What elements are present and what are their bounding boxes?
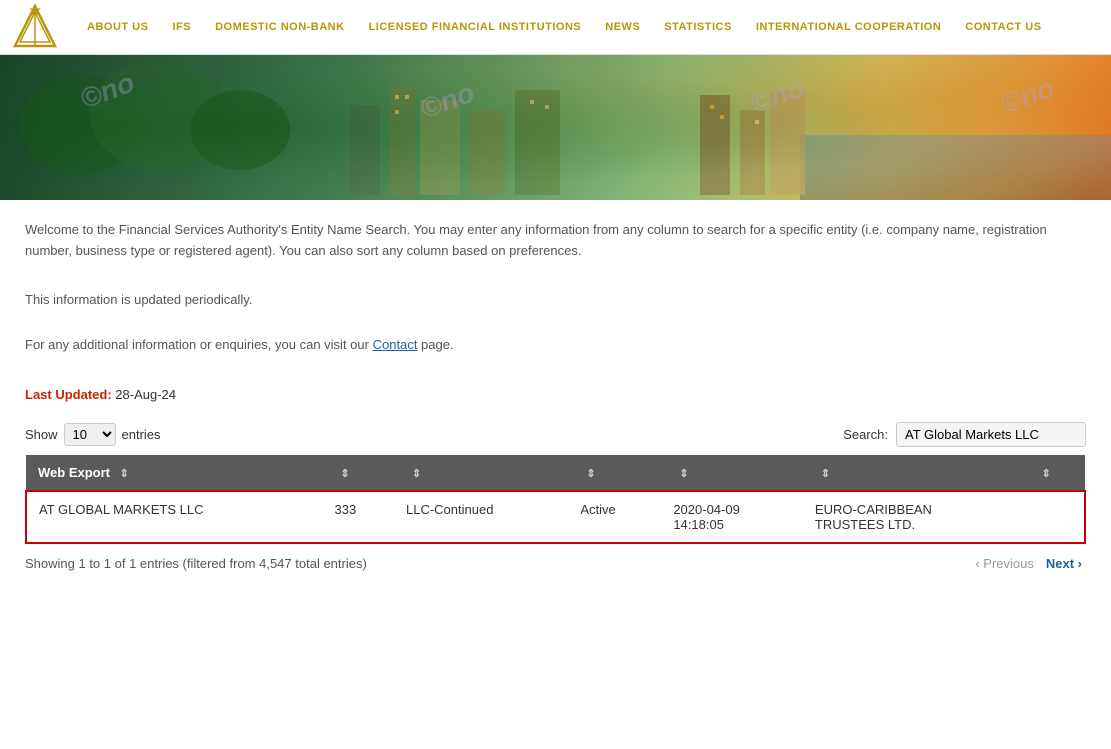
logo[interactable] <box>10 2 60 52</box>
table-cell-1: AT GLOBAL MARKETS LLC <box>26 491 322 543</box>
sort-arrows-2: ⇕ <box>340 467 349 480</box>
col-4[interactable]: ⇕ <box>568 455 661 491</box>
enquiry-text-suffix: page. <box>421 337 454 352</box>
last-updated-date: 28-Aug-24 <box>115 387 176 402</box>
pagination: ‹ Previous Next › <box>971 554 1086 573</box>
main-content: Welcome to the Financial Services Author… <box>0 200 1111 593</box>
table-controls: Show 10 25 50 100 entries Search: <box>25 422 1086 447</box>
nav-link-about-us[interactable]: ABOUT US <box>75 21 160 33</box>
sort-arrows-3: ⇕ <box>412 467 421 480</box>
col-6[interactable]: ⇕ <box>803 455 1024 491</box>
search-box: Search: <box>843 422 1086 447</box>
sort-arrows-7: ⇕ <box>1042 467 1051 480</box>
show-entries-control: Show 10 25 50 100 entries <box>25 423 161 446</box>
entries-select[interactable]: 10 25 50 100 <box>64 423 116 446</box>
hero-image: ©no ©no ©no ©no <box>0 55 1111 200</box>
col-web-export[interactable]: Web Export ⇕ <box>26 455 322 491</box>
nav-link-statistics[interactable]: STATISTICS <box>652 21 744 33</box>
navigation: ABOUT US IFS DOMESTIC NON-BANK LICENSED … <box>0 0 1111 55</box>
table-cell-3: LLC-Continued <box>394 491 568 543</box>
show-label: Show <box>25 427 58 442</box>
last-updated: Last Updated: 28-Aug-24 <box>25 387 1086 402</box>
table-row: AT GLOBAL MARKETS LLC333LLC-ContinuedAct… <box>26 491 1085 543</box>
update-notice: This information is updated periodically… <box>25 292 1086 307</box>
enquiry-paragraph: For any additional information or enquir… <box>25 337 1086 352</box>
search-input[interactable] <box>896 422 1086 447</box>
table-cell-6: EURO-CARIBBEANTRUSTEES LTD. <box>803 491 1024 543</box>
table-cell-5: 2020-04-0914:18:05 <box>661 491 803 543</box>
table-footer: Showing 1 to 1 of 1 entries (filtered fr… <box>25 554 1086 573</box>
last-updated-label: Last Updated: <box>25 387 112 402</box>
search-label: Search: <box>843 427 888 442</box>
next-button[interactable]: Next › <box>1042 554 1086 573</box>
enquiry-text-prefix: For any additional information or enquir… <box>25 337 369 352</box>
nav-link-domestic-non-bank[interactable]: DOMESTIC NON-BANK <box>203 21 357 33</box>
col-2[interactable]: ⇕ <box>322 455 394 491</box>
nav-link-contact-us[interactable]: CONTACT US <box>953 21 1053 33</box>
nav-link-ifs[interactable]: IFS <box>160 21 203 33</box>
prev-button[interactable]: ‹ Previous <box>971 554 1038 573</box>
col-3[interactable]: ⇕ <box>394 455 568 491</box>
nav-link-news[interactable]: NEWS <box>593 21 652 33</box>
nav-links-container: ABOUT US IFS DOMESTIC NON-BANK LICENSED … <box>75 21 1101 33</box>
intro-paragraph: Welcome to the Financial Services Author… <box>25 220 1086 262</box>
showing-text: Showing 1 to 1 of 1 entries (filtered fr… <box>25 556 367 571</box>
table-cell-7 <box>1024 491 1085 543</box>
sort-arrows-4: ⇕ <box>586 467 595 480</box>
nav-link-international-cooperation[interactable]: INTERNATIONAL COOPERATION <box>744 21 953 33</box>
data-table: Web Export ⇕ ⇕ ⇕ ⇕ ⇕ ⇕ <box>25 455 1086 544</box>
sort-arrows-5: ⇕ <box>679 467 688 480</box>
contact-link[interactable]: Contact <box>373 337 418 352</box>
table-cell-4: Active <box>568 491 661 543</box>
sort-arrows-1: ⇕ <box>120 467 129 480</box>
table-cell-2: 333 <box>322 491 394 543</box>
nav-link-licensed-fi[interactable]: LICENSED FINANCIAL INSTITUTIONS <box>357 21 594 33</box>
entries-label: entries <box>122 427 161 442</box>
table-header-row: Web Export ⇕ ⇕ ⇕ ⇕ ⇕ ⇕ <box>26 455 1085 491</box>
col-7[interactable]: ⇕ <box>1024 455 1085 491</box>
col-5[interactable]: ⇕ <box>661 455 803 491</box>
sort-arrows-6: ⇕ <box>821 467 830 480</box>
